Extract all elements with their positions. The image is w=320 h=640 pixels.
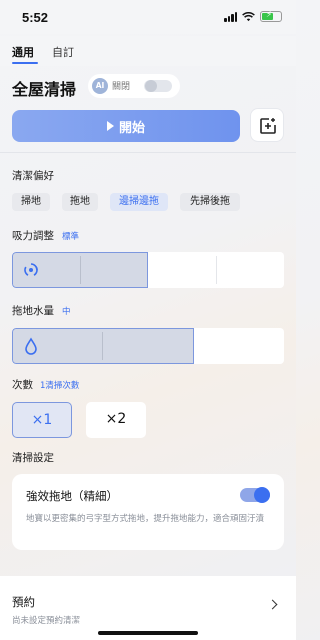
ai-toggle-chip[interactable]: AI 關閉 xyxy=(88,74,180,98)
preference-label: 清潔偏好 xyxy=(12,170,54,182)
intense-mop-title: 強效拖地（精細） xyxy=(26,489,118,503)
chevron-right-icon xyxy=(267,599,278,610)
preference-option-sweep-and-mop[interactable]: 邊掃邊拖 xyxy=(110,193,168,211)
status-time: 5:52 xyxy=(22,10,49,25)
divider xyxy=(0,152,296,153)
add-shortcut-button[interactable] xyxy=(250,108,284,142)
schedule-title: 預約 xyxy=(12,595,35,609)
times-option-1[interactable]: ×1 xyxy=(12,402,72,438)
clean-settings-label: 清掃設定 xyxy=(12,452,54,464)
preference-option-mop[interactable]: 拖地 xyxy=(62,193,98,211)
water-drop-icon xyxy=(25,337,37,355)
schedule-subtitle: 尚未設定預約清潔 xyxy=(12,616,81,626)
play-icon xyxy=(106,121,114,131)
intense-mop-card: 強效拖地（精細） 地寶以更密集的弓字型方式拖地，提升拖地能力，適合頑固汙漬 xyxy=(12,474,284,550)
ai-toggle-switch[interactable] xyxy=(144,80,172,92)
start-button[interactable]: 開始 xyxy=(12,110,240,142)
suction-slider[interactable] xyxy=(12,252,284,288)
water-value: 中 xyxy=(62,307,71,317)
start-button-label: 開始 xyxy=(118,120,145,136)
tab-custom[interactable]: 自訂 xyxy=(52,44,74,60)
mode-tabs: 通用 自訂 xyxy=(0,36,296,66)
intense-mop-toggle[interactable] xyxy=(240,487,270,503)
water-slider[interactable] xyxy=(12,328,284,364)
add-square-icon xyxy=(260,118,276,134)
status-icons: ⚡ xyxy=(224,10,282,22)
ai-status-label: 關閉 xyxy=(112,82,131,92)
active-tab-indicator xyxy=(12,62,38,64)
times-value: 1清掃次數 xyxy=(40,381,80,391)
times-label: 次數 xyxy=(12,379,33,391)
times-option-2[interactable]: ×2 xyxy=(86,402,146,438)
home-indicator xyxy=(98,631,198,635)
status-bar: 5:52 ⚡ xyxy=(0,0,296,34)
suction-value: 標準 xyxy=(62,232,80,242)
intense-mop-description: 地寶以更密集的弓字型方式拖地，提升拖地能力，適合頑固汙漬 xyxy=(26,514,265,524)
ai-badge-icon: AI xyxy=(92,78,108,94)
page-title: 全屋清掃 xyxy=(12,80,77,99)
suction-step-divider xyxy=(80,256,81,284)
preference-option-sweep[interactable]: 掃地 xyxy=(12,193,50,211)
tab-general[interactable]: 通用 xyxy=(12,44,34,60)
wifi-icon xyxy=(242,11,255,21)
battery-icon: ⚡ xyxy=(260,10,282,22)
water-step-divider xyxy=(102,332,103,360)
suction-label: 吸力調整 xyxy=(12,230,54,242)
swirl-icon xyxy=(24,263,38,276)
suction-step-divider xyxy=(216,256,217,284)
water-label: 拖地水量 xyxy=(12,305,54,317)
preference-option-sweep-then-mop[interactable]: 先掃後拖 xyxy=(180,193,240,211)
cellular-signal-icon xyxy=(224,11,237,22)
